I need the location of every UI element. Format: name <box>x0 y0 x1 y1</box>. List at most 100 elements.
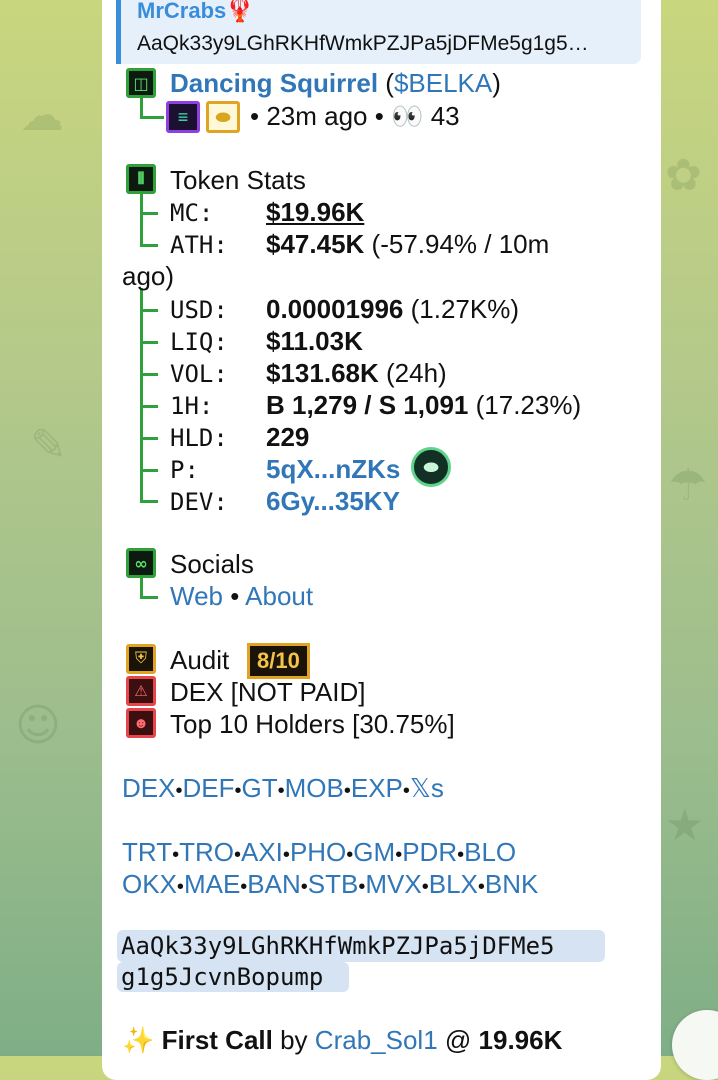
quick-link[interactable]: MVX <box>365 869 421 899</box>
stat-value-mc: $19.96K <box>266 197 365 227</box>
link-separator: • <box>402 780 410 802</box>
eyes-icon: 👀 <box>391 101 424 131</box>
stat-vol-line: $131.68K (24h) <box>266 358 447 389</box>
first-call-line: ✨ First Call by Crab_Sol1 @ 19.96K <box>122 1025 562 1056</box>
link-separator: • <box>277 780 285 802</box>
pair-address-link[interactable]: 5qX...nZKs <box>266 454 400 485</box>
quick-link[interactable]: MAE <box>184 869 240 899</box>
tree-branch <box>140 341 158 344</box>
wallpaper-doodle: ✿ <box>665 150 702 201</box>
link-separator: • <box>176 876 184 898</box>
tree-branch <box>140 309 158 312</box>
reply-snippet: AaQk33y9LGhRKHfWmkPZJPa5jDFMe5g1g5… <box>137 32 589 55</box>
token-logo-icon: ◫ <box>126 68 156 98</box>
tree-line <box>140 194 143 244</box>
tree-line <box>140 98 143 118</box>
tree-branch <box>140 437 158 440</box>
token-title: Dancing Squirrel ($BELKA) <box>170 68 501 99</box>
quick-link[interactable]: MOB <box>285 773 344 803</box>
tree-branch <box>140 116 164 119</box>
quick-link[interactable]: BLO <box>464 837 516 867</box>
stats-title: Token Stats <box>170 165 306 195</box>
tree-branch <box>140 596 158 599</box>
quick-link[interactable]: STB <box>308 869 359 899</box>
web-link[interactable]: Web <box>170 581 223 611</box>
stat-extra-1h: (17.23%) <box>475 390 582 420</box>
stat-label-mc: MC: <box>170 199 214 227</box>
stat-extra-vol: (24h) <box>386 358 447 388</box>
quick-link[interactable]: BLX <box>429 869 478 899</box>
stat-ath-wrap: ago) <box>122 261 175 291</box>
ticker-close: ) <box>492 68 501 98</box>
reply-quote[interactable]: MrCrabs🦞 AaQk33y9LGhRKHfWmkPZJPa5jDFMe5g… <box>116 0 641 64</box>
stat-usd-line: 0.00001996 (1.27K%) <box>266 294 519 325</box>
explorer-links-row: DEX•DEF•GT•MOB•EXP•𝕏s <box>122 773 444 804</box>
about-link[interactable]: About <box>245 581 313 611</box>
wallpaper-doodle: ☺ <box>15 700 61 751</box>
stat-value-liq: $11.03K <box>266 326 363 356</box>
link-separator: • <box>343 780 351 802</box>
dev-address-link[interactable]: 6Gy...35KY <box>266 486 400 517</box>
stat-extra-ath: (-57.94% / 10m <box>371 229 550 259</box>
contract-address-line-2[interactable]: g1g5JcvnBopump <box>121 963 323 991</box>
stat-label-pair: P: <box>170 456 199 484</box>
quick-link[interactable]: DEX <box>122 773 175 803</box>
wallpaper-doodle: ★ <box>665 800 705 851</box>
tree-branch <box>140 373 158 376</box>
wallpaper-doodle: ✎ <box>30 420 67 471</box>
quick-link[interactable]: OKX <box>122 869 177 899</box>
first-call-label: First Call <box>161 1025 273 1055</box>
link-separator: • <box>477 876 485 898</box>
ticker-open: ( <box>385 68 394 98</box>
stat-1h-line: B 1,279 / S 1,091 (17.23%) <box>266 390 581 421</box>
stat-value-usd: 0.00001996 <box>266 294 404 324</box>
caller-username-link[interactable]: Crab_Sol1 <box>315 1025 438 1055</box>
quick-link[interactable]: TRT <box>122 837 172 867</box>
tree-line <box>140 578 143 598</box>
quick-link[interactable]: DEF <box>182 773 234 803</box>
stats-bars-icon: ⫴ <box>126 164 156 194</box>
trading-links-row-2: OKX•MAE•BAN•STB•MVX•BLX•BNK <box>122 869 538 900</box>
contract-address-line-1[interactable]: AaQk33y9LGhRKHfWmkPZJPa5jDFMe5 <box>121 932 554 960</box>
tree-branch <box>140 405 158 408</box>
first-call-at: @ <box>444 1025 472 1055</box>
wallpaper-doodle: ☁ <box>20 90 64 141</box>
quick-link[interactable]: BNK <box>485 869 538 899</box>
stat-value-1h: B 1,279 / S 1,091 <box>266 390 469 420</box>
quick-link[interactable]: PDR <box>402 837 457 867</box>
quick-link[interactable]: BAN <box>247 869 300 899</box>
pill-icon: ⬬ <box>206 101 240 133</box>
token-name-link[interactable]: Dancing Squirrel <box>170 68 378 98</box>
quick-link[interactable]: 𝕏s <box>410 773 444 803</box>
shield-icon: ⛨ <box>126 644 156 674</box>
stat-label-dev: DEV: <box>170 488 228 516</box>
quick-link[interactable]: AXI <box>241 837 283 867</box>
quick-link[interactable]: EXP <box>351 773 403 803</box>
quick-link[interactable]: GM <box>353 837 395 867</box>
stat-label-vol: VOL: <box>170 360 228 388</box>
stat-ath-line: $47.45K (-57.94% / 10m <box>266 229 549 260</box>
wallpaper-doodle: ☂ <box>668 460 708 511</box>
holders-icon: ☻ <box>126 708 156 738</box>
pill-badge-icon[interactable]: ⬬ <box>411 447 451 487</box>
quick-link[interactable]: PHO <box>290 837 346 867</box>
audit-title: Audit <box>170 645 230 675</box>
stat-label-usd: USD: <box>170 296 228 324</box>
token-meta: • 23m ago • 👀 43 <box>250 101 460 132</box>
link-separator: • <box>233 844 241 866</box>
quick-link[interactable]: TRO <box>179 837 234 867</box>
token-ticker-link[interactable]: $BELKA <box>394 68 492 98</box>
audit-score-badge: 8/10 <box>247 643 310 679</box>
quick-link[interactable]: GT <box>242 773 278 803</box>
tree-branch <box>140 244 158 247</box>
link-icon: ∞ <box>126 548 156 578</box>
token-age: • 23m ago • <box>250 101 384 131</box>
tree-branch <box>140 212 158 215</box>
link-separator: • <box>300 876 308 898</box>
link-separator: • <box>421 876 429 898</box>
stat-label-ath: ATH: <box>170 231 228 259</box>
sparkles-icon: ✨ <box>122 1025 155 1055</box>
scroll-down-button[interactable] <box>672 1010 718 1080</box>
solana-chain-icon: ≡ <box>166 101 200 133</box>
stat-label-1h: 1H: <box>170 392 214 420</box>
